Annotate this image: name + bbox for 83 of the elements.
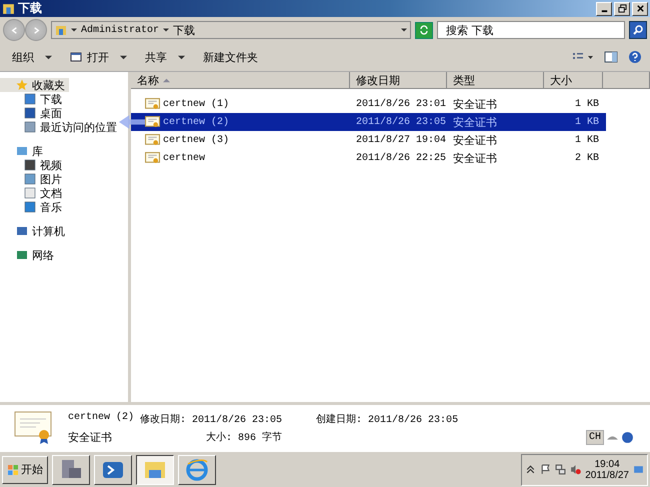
file-size: 1 KB: [574, 134, 600, 146]
file-name: certnew (1): [163, 98, 230, 110]
modified-date: 2011/8/26 23:05: [355, 116, 447, 128]
nav-item[interactable]: 下载: [0, 92, 66, 106]
certificate-icon: [145, 152, 160, 164]
dropdown-caret-icon[interactable]: [401, 27, 407, 33]
speaker-muted-icon[interactable]: [570, 464, 582, 475]
folder-icon: [55, 24, 67, 36]
toolbar-button[interactable]: 组织: [4, 46, 60, 68]
search-button[interactable]: [629, 21, 647, 39]
file-row[interactable]: certnew 2011/8/26 22:25 安全证书 2 KB: [131, 149, 606, 167]
restore-icon: [618, 4, 626, 13]
column-header[interactable]: 大小: [544, 72, 603, 88]
column-header[interactable]: 类型: [447, 72, 544, 88]
caret-icon: [178, 54, 185, 60]
caret-icon: [45, 54, 52, 60]
close-button[interactable]: [632, 2, 648, 16]
file-size: 大小: 896 字节: [205, 430, 282, 444]
toolbar-button[interactable]: 新建文件夹: [195, 46, 266, 68]
file-size: 2 KB: [574, 152, 600, 164]
nav-item[interactable]: 图片: [0, 172, 66, 186]
file-size: 1 KB: [574, 116, 600, 128]
nav-item[interactable]: 网络: [0, 248, 58, 262]
modified-date: 2011/8/26 22:25: [355, 152, 447, 164]
nav-item[interactable]: 视频: [0, 158, 66, 172]
windows-logo-icon: [7, 464, 19, 476]
folder-icon: [2, 2, 15, 15]
modified-date: 2011/8/27 19:04: [355, 134, 447, 146]
window-title: 下载: [18, 0, 42, 17]
file-size: 1 KB: [574, 98, 600, 110]
toolbar-button[interactable]: 打开: [62, 46, 135, 68]
file-type: 安全证书: [452, 114, 498, 130]
nav-item[interactable]: 桌面: [0, 106, 66, 120]
refresh-button[interactable]: [415, 22, 433, 38]
nav-item[interactable]: 最近访问的位置: [0, 120, 121, 134]
taskbar-button[interactable]: [136, 454, 174, 484]
file-type: 安全证书: [452, 96, 498, 112]
refresh-icon: [419, 25, 429, 35]
window-icon: [70, 51, 82, 63]
nav-item[interactable]: 文档: [0, 186, 66, 200]
star-icon: [16, 79, 28, 91]
minimize-button[interactable]: [596, 2, 612, 16]
modified-date: 2011/8/26 23:01: [355, 98, 447, 110]
nav-item[interactable]: 库: [0, 144, 47, 158]
file-name: certnew: [163, 152, 206, 164]
restore-button[interactable]: [614, 2, 630, 16]
modified-date: 修改日期: 2011/8/26 23:05: [140, 412, 282, 426]
caret-icon: [120, 54, 127, 60]
certificate-icon: [145, 134, 160, 146]
file-type: 安全证书: [452, 132, 498, 148]
flag-icon[interactable]: [540, 464, 552, 475]
nav-item[interactable]: 计算机: [0, 224, 69, 238]
file-name: certnew (2): [163, 116, 230, 128]
caret-icon[interactable]: [71, 27, 77, 33]
file-row[interactable]: certnew (2) 2011/8/26 23:05 安全证书 1 KB: [131, 113, 606, 131]
file-type: 安全证书: [452, 150, 498, 166]
sort-ascending-icon: [163, 76, 170, 84]
breadcrumb-item[interactable]: Administrator: [81, 24, 160, 36]
show-hidden-icons-icon[interactable]: [525, 464, 536, 475]
back-button[interactable]: [3, 19, 25, 41]
created-date: 创建日期: 2011/8/26 23:05: [316, 412, 458, 426]
file-name: certnew (2): [68, 412, 134, 424]
breadcrumb-item[interactable]: 下载: [173, 22, 196, 38]
certificate-icon: [14, 411, 54, 445]
browser-icon: [185, 458, 209, 482]
column-header[interactable]: 名称: [131, 72, 350, 88]
nav-item[interactable]: 音乐: [0, 200, 66, 214]
file-type: 安全证书: [68, 430, 113, 444]
nav-item[interactable]: 收藏夹: [0, 78, 69, 92]
start-button[interactable]: 开始: [2, 456, 48, 484]
pointer-arrow-icon: [119, 112, 145, 132]
certificate-icon: [145, 98, 160, 110]
caret-icon[interactable]: [163, 27, 170, 33]
column-header[interactable]: 修改日期: [350, 72, 447, 88]
file-name: certnew (3): [163, 134, 230, 146]
address-field[interactable]: Administrator 下载: [51, 21, 411, 39]
toolbar-button[interactable]: 共享: [137, 46, 193, 68]
close-icon: [636, 4, 644, 13]
file-row[interactable]: certnew (1) 2011/8/26 23:01 安全证书 1 KB: [131, 95, 606, 113]
search-icon: [632, 24, 644, 36]
preview-pane-icon: [604, 51, 618, 63]
file-row[interactable]: certnew (3) 2011/8/27 19:04 安全证书 1 KB: [131, 131, 606, 149]
certificate-icon: [145, 116, 160, 128]
